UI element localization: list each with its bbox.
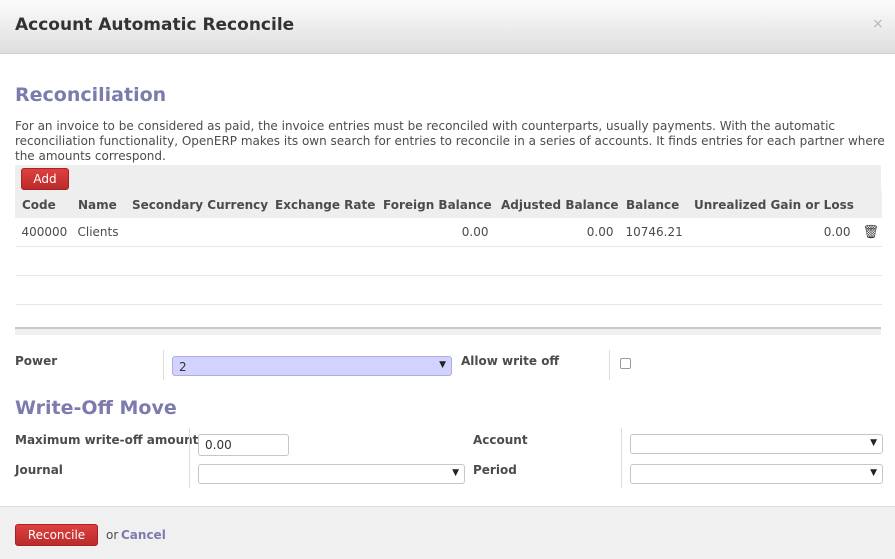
column-header-exchange-rate[interactable]: Exchange Rate [268, 191, 377, 218]
column-header-adjusted-balance[interactable]: Adjusted Balance [494, 191, 620, 218]
dialog-header: Account Automatic Reconcile × [0, 0, 895, 54]
cell-exchange-rate[interactable] [268, 218, 377, 247]
account-label: Account [473, 433, 528, 447]
journal-select[interactable]: ▼ [198, 464, 465, 484]
accounts-table: Add Code Name Secondary Currency Exchang… [15, 165, 882, 333]
max-write-off-label: Maximum write-off amount [15, 433, 199, 447]
allow-write-off-checkbox[interactable] [620, 358, 631, 369]
column-header-name[interactable]: Name [71, 191, 126, 218]
power-label: Power [15, 354, 58, 368]
dropdown-arrow-icon: ▼ [870, 468, 877, 478]
table-bottom-separator [15, 327, 881, 335]
table-header-row: Code Name Secondary Currency Exchange Ra… [15, 191, 882, 218]
trash-icon[interactable]: 🗑 [863, 225, 880, 240]
cell-balance[interactable]: 10746.21 [619, 218, 688, 247]
period-label: Period [473, 463, 517, 477]
allow-write-off-label: Allow write off [461, 354, 560, 368]
cancel-link[interactable]: Cancel [121, 528, 166, 542]
period-select[interactable]: ▼ [630, 464, 883, 484]
cell-adjusted-balance[interactable]: 0.00 [494, 218, 620, 247]
dropdown-arrow-icon: ▼ [870, 438, 877, 448]
or-text: or [106, 528, 119, 542]
field-divider [609, 350, 610, 380]
power-select[interactable]: 2 ▼ [172, 356, 452, 376]
column-header-unrealized-gain-or-loss[interactable]: Unrealized Gain or Loss [687, 191, 857, 218]
table-toolbar: Add [15, 165, 881, 191]
empty-row [15, 275, 882, 305]
reconcile-button[interactable]: Reconcile [15, 524, 98, 546]
field-divider [621, 428, 622, 488]
cell-foreign-balance[interactable]: 0.00 [376, 218, 495, 247]
journal-label: Journal [15, 463, 63, 477]
column-header-foreign-balance[interactable]: Foreign Balance [376, 191, 495, 218]
max-write-off-input[interactable] [198, 434, 289, 456]
power-value: 2 [179, 360, 187, 374]
accounts-lines: Code Name Secondary Currency Exchange Ra… [15, 191, 882, 333]
dropdown-arrow-icon: ▼ [452, 468, 459, 478]
column-header-balance[interactable]: Balance [619, 191, 688, 218]
write-off-heading: Write-Off Move [15, 397, 177, 419]
cell-name[interactable]: Clients [71, 218, 126, 247]
empty-row [15, 246, 882, 276]
reconciliation-heading: Reconciliation [15, 84, 167, 106]
cell-secondary-currency[interactable] [125, 218, 269, 247]
cell-unrealized-gain-or-loss[interactable]: 0.00 [687, 218, 857, 247]
column-header-code[interactable]: Code [15, 191, 72, 218]
dialog-title: Account Automatic Reconcile [15, 15, 295, 35]
field-divider [163, 350, 164, 380]
cell-delete: 🗑 [856, 218, 882, 247]
column-header-secondary-currency[interactable]: Secondary Currency [125, 191, 269, 218]
reconciliation-help-text: For an invoice to be considered as paid,… [15, 119, 885, 163]
dialog-footer: Reconcile or Cancel [0, 506, 895, 559]
field-divider [189, 428, 190, 488]
account-select[interactable]: ▼ [630, 434, 883, 454]
close-icon[interactable]: × [872, 16, 884, 32]
column-header-actions [856, 191, 882, 218]
cell-code[interactable]: 400000 [15, 218, 72, 247]
dropdown-arrow-icon: ▼ [439, 360, 446, 370]
add-button[interactable]: Add [21, 168, 69, 190]
table-row[interactable]: 400000 Clients 0.00 0.00 10746.21 0.00 🗑 [15, 218, 882, 247]
